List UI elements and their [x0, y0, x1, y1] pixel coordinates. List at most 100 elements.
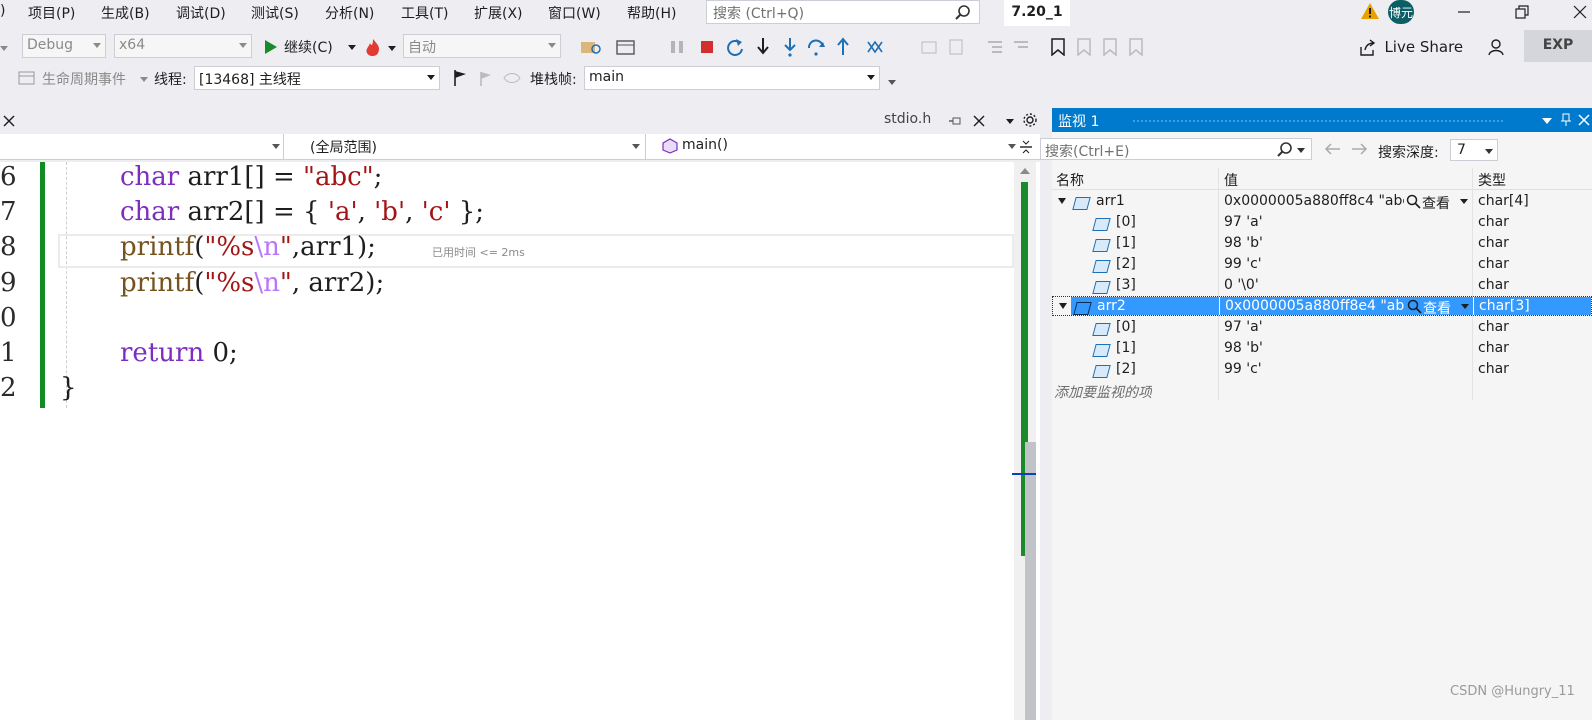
- pin-icon[interactable]: [1560, 113, 1572, 127]
- column-header-name[interactable]: 名称: [1056, 170, 1084, 190]
- watch-row[interactable]: [2] 99 'c' char: [1052, 359, 1592, 380]
- function-combo[interactable]: main(): [652, 134, 1016, 159]
- gear-icon[interactable]: [1022, 112, 1038, 128]
- watch-search-input[interactable]: 搜索(Ctrl+E): [1040, 138, 1312, 160]
- expand-icon[interactable]: [1058, 198, 1066, 204]
- menu-build[interactable]: 生成(B): [101, 3, 150, 23]
- close-icon[interactable]: [2, 114, 16, 128]
- menu-help[interactable]: 帮助(H): [627, 3, 676, 23]
- watch-row-selected[interactable]: arr2 0x0000005a880ff8e4 "abc... 查看 char[…: [1052, 296, 1592, 318]
- watch-title-bar[interactable]: 监视 1: [1052, 108, 1592, 132]
- platform-combo[interactable]: x64: [114, 34, 252, 58]
- tab-list-icon[interactable]: [1006, 119, 1014, 124]
- next-bookmark-icon[interactable]: [1102, 38, 1118, 56]
- menu-analyze[interactable]: 分析(N): [325, 3, 374, 23]
- menu-test[interactable]: 测试(S): [251, 3, 299, 23]
- auto-combo[interactable]: 自动: [403, 34, 561, 58]
- magnifier-icon[interactable]: [1407, 299, 1422, 314]
- stack-frame-combo[interactable]: main: [584, 66, 880, 90]
- feedback-icon[interactable]: [1488, 38, 1508, 58]
- scroll-thumb[interactable]: [1025, 442, 1036, 720]
- close-icon[interactable]: [972, 114, 986, 128]
- scope-combo[interactable]: (全局范围): [290, 134, 646, 159]
- watch-row[interactable]: [2] 99 'c' char: [1052, 254, 1592, 275]
- folder-search-icon[interactable]: [580, 38, 602, 56]
- code-line[interactable]: return 0;: [120, 338, 238, 368]
- watch-row[interactable]: [3] 0 '\0' char: [1052, 275, 1592, 296]
- minimize-icon[interactable]: [1456, 4, 1472, 20]
- menu-extensions[interactable]: 扩展(X): [474, 3, 523, 23]
- menu-debug[interactable]: 调试(D): [176, 3, 226, 23]
- config-combo[interactable]: Debug: [22, 34, 106, 58]
- search-depth-combo[interactable]: 7: [1450, 139, 1498, 161]
- vertical-scrollbar[interactable]: [1012, 162, 1036, 720]
- view-button[interactable]: 查看: [1422, 193, 1450, 213]
- step-out-icon[interactable]: [835, 37, 851, 57]
- menu-window[interactable]: 窗口(W): [548, 3, 601, 23]
- watch-row[interactable]: [0] 97 'a' char: [1052, 317, 1592, 338]
- chevron-down-icon[interactable]: [1461, 304, 1469, 309]
- code-line[interactable]: printf("%s\n", arr2);: [120, 268, 384, 298]
- window-menu-icon[interactable]: [1542, 118, 1552, 124]
- restore-icon[interactable]: [1514, 4, 1530, 20]
- lifecycle-events-button[interactable]: 生命周期事件: [42, 69, 126, 89]
- flag-threads-icon[interactable]: [476, 69, 494, 87]
- thread-filter-icon[interactable]: [502, 70, 522, 86]
- chevron-down-icon[interactable]: [140, 77, 148, 82]
- exp-button[interactable]: EXP: [1524, 30, 1592, 62]
- device-icon[interactable]: [616, 38, 636, 56]
- tab-stdio-h[interactable]: stdio.h: [880, 108, 992, 134]
- watch-row[interactable]: arr1 0x0000005a880ff8c4 "abc" 查看 char[4]: [1052, 191, 1592, 212]
- code-line[interactable]: char arr2[] = { 'a', 'b', 'c' };: [120, 197, 484, 227]
- close-icon[interactable]: [1578, 114, 1590, 126]
- code-line[interactable]: printf("%s\n",arr1);: [120, 232, 376, 262]
- add-watch-row[interactable]: 添加要监视的项: [1052, 380, 1592, 401]
- scroll-up-icon[interactable]: [1020, 168, 1030, 174]
- forward-arrow-icon[interactable]: [1350, 142, 1368, 156]
- hot-reload-icon[interactable]: [364, 38, 382, 58]
- stop-icon[interactable]: [700, 40, 714, 54]
- continue-button[interactable]: 继续(C): [264, 37, 364, 59]
- expand-icon[interactable]: [1059, 303, 1067, 309]
- view-button[interactable]: 查看: [1423, 298, 1451, 318]
- code-editor[interactable]: 6 7 8 9 0 1 2 char arr1[] = "abc"; char …: [0, 162, 1040, 720]
- code-line[interactable]: char arr1[] = "abc";: [120, 162, 382, 192]
- live-share-button[interactable]: Live Share: [1358, 38, 1463, 57]
- chevron-down-icon[interactable]: [388, 46, 396, 51]
- code-line[interactable]: }: [60, 373, 77, 403]
- menu-project[interactable]: 项目(P): [28, 3, 75, 23]
- magnifier-icon[interactable]: [1406, 194, 1421, 209]
- pause-icon[interactable]: [670, 40, 684, 54]
- step-into-icon[interactable]: [755, 37, 771, 57]
- chevron-down-icon[interactable]: [1460, 199, 1468, 204]
- disabled-tool-icon[interactable]: [946, 38, 966, 56]
- column-header-value[interactable]: 值: [1224, 170, 1238, 190]
- menu-tools[interactable]: 工具(T): [401, 3, 448, 23]
- disabled-tool-icon[interactable]: [920, 38, 940, 56]
- step-down-icon[interactable]: [782, 37, 798, 57]
- show-threads-icon[interactable]: [866, 38, 886, 56]
- overflow-arrow-icon[interactable]: [0, 46, 8, 51]
- overflow-arrow-icon[interactable]: [888, 80, 896, 85]
- back-arrow-icon[interactable]: [1324, 142, 1342, 156]
- chevron-down-icon[interactable]: [1297, 148, 1305, 153]
- watch-row[interactable]: [0] 97 'a' char: [1052, 212, 1592, 233]
- split-icon[interactable]: [1018, 138, 1034, 156]
- prev-bookmark-icon[interactable]: [1076, 38, 1092, 56]
- comment-icon[interactable]: [986, 38, 1006, 56]
- flag-icon[interactable]: [452, 69, 468, 87]
- uncomment-icon[interactable]: [1012, 38, 1032, 56]
- avatar[interactable]: 博元: [1388, 0, 1414, 24]
- pin-icon[interactable]: [948, 114, 962, 128]
- watch-row[interactable]: [1] 98 'b' char: [1052, 233, 1592, 254]
- project-combo[interactable]: [0, 134, 284, 159]
- close-window-icon[interactable]: [1572, 4, 1588, 20]
- warning-icon[interactable]: [1360, 2, 1380, 20]
- thread-combo[interactable]: [13468] 主线程: [194, 66, 440, 90]
- step-over-icon[interactable]: [806, 38, 826, 56]
- watch-row[interactable]: [1] 98 'b' char: [1052, 338, 1592, 359]
- search-input[interactable]: 搜索 (Ctrl+Q): [706, 0, 980, 24]
- bookmark-icon[interactable]: [1050, 38, 1066, 56]
- restart-icon[interactable]: [726, 38, 744, 56]
- clear-bookmarks-icon[interactable]: [1128, 38, 1144, 56]
